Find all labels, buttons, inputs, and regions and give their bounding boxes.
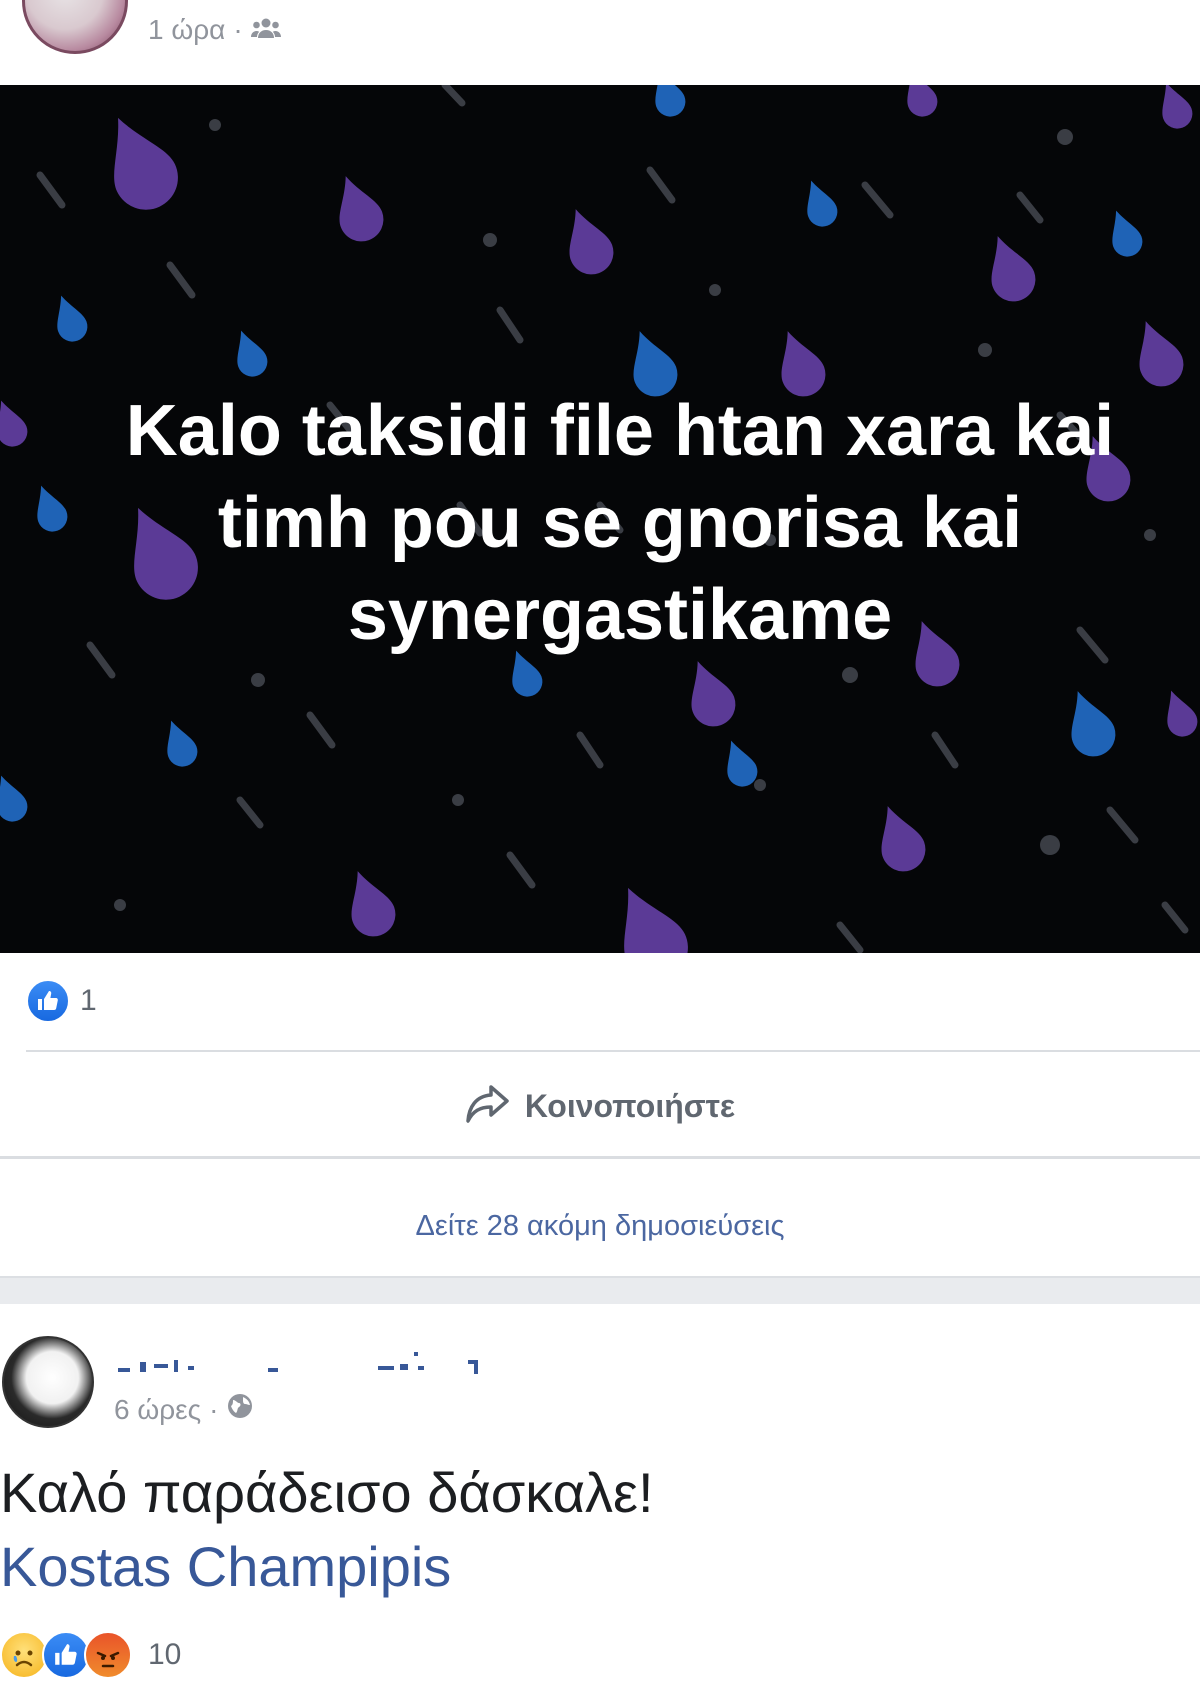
mention-link[interactable]: Kostas Champipis — [0, 1534, 451, 1599]
author-avatar[interactable] — [22, 0, 128, 54]
share-button[interactable]: Κοινοποιήστε — [0, 1078, 1200, 1134]
post-image[interactable]: Kalo taksidi file htan xara kai timh pou… — [0, 85, 1200, 953]
like-icon — [26, 979, 70, 1023]
meta-separator: · — [233, 14, 243, 45]
sad-icon — [0, 1631, 48, 1679]
share-icon — [465, 1084, 509, 1129]
reaction-summary[interactable]: 1 — [26, 978, 97, 1024]
reaction-summary[interactable]: 10 — [0, 1630, 181, 1680]
angry-icon — [84, 1631, 132, 1679]
post-meta: 6 ώρες · — [114, 1392, 254, 1427]
like-count: 1 — [80, 984, 97, 1017]
like-icon — [42, 1631, 90, 1679]
post-image-text: Kalo taksidi file htan xara kai timh pou… — [125, 391, 1115, 655]
post-text: Καλό παράδεισο δάσκαλε! — [0, 1461, 654, 1524]
share-label: Κοινοποιήστε — [524, 1087, 736, 1124]
post-time[interactable]: 6 ώρες — [114, 1394, 201, 1426]
author-avatar[interactable] — [2, 1336, 94, 1428]
divider — [0, 1156, 1200, 1159]
feed-separator — [0, 1276, 1200, 1304]
see-more-posts-link[interactable]: Δείτε 28 ακόμη δημοσιεύσεις — [0, 1210, 1200, 1243]
author-name-obscured[interactable] — [118, 1338, 538, 1378]
post-meta: 1 ώρα · — [148, 10, 281, 50]
reaction-count: 10 — [148, 1638, 182, 1671]
post-time[interactable]: 1 ώρα — [148, 14, 225, 46]
group-icon — [250, 14, 281, 46]
meta-separator: · — [209, 1393, 219, 1425]
divider — [26, 1050, 1200, 1052]
globe-icon — [226, 1392, 254, 1427]
